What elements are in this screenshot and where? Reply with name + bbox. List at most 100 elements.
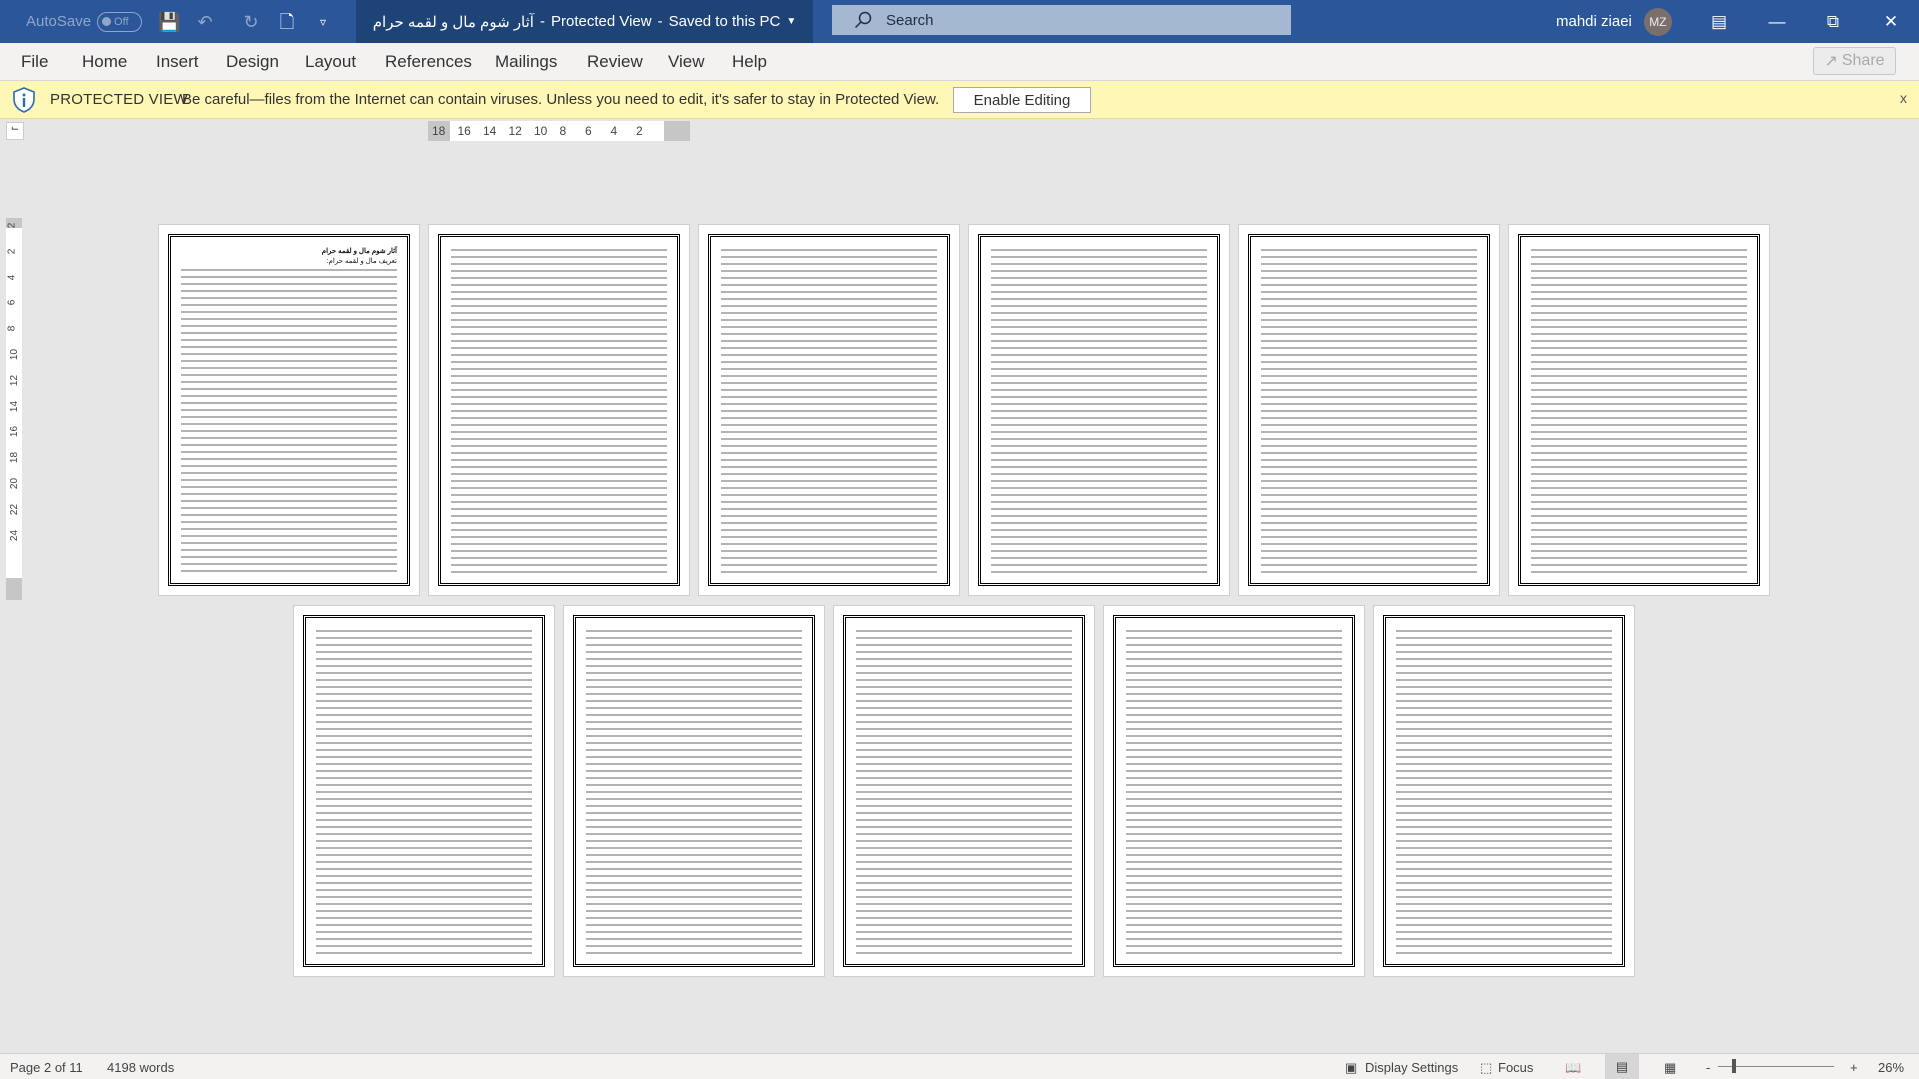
tab-references[interactable]: References — [385, 52, 472, 72]
vertical-ruler[interactable]: 2 2 4 6 8 10 12 14 16 18 20 22 24 — [6, 218, 22, 600]
search-placeholder: Search — [886, 11, 934, 29]
close-icon[interactable]: ✕ — [1868, 0, 1914, 43]
page-border — [573, 615, 815, 967]
tab-home[interactable]: Home — [82, 52, 127, 72]
ribbon-display-icon[interactable]: ▤ — [1696, 0, 1742, 43]
tab-insert[interactable]: Insert — [156, 52, 199, 72]
page-text — [991, 249, 1207, 573]
ruler-tick: 4 — [6, 274, 18, 280]
doc-name: آثار شوم مال و لقمه حرام — [372, 13, 534, 31]
page-thumbnail[interactable] — [1373, 605, 1635, 977]
tab-file[interactable]: File — [21, 52, 48, 72]
tab-mailings[interactable]: Mailings — [495, 52, 557, 72]
ruler-tick: 2 — [636, 124, 643, 138]
ruler-tick: 2 — [6, 222, 18, 229]
status-bar: Page 2 of 11 4198 words ▣ Display Settin… — [0, 1053, 1919, 1079]
page-thumbnail[interactable] — [968, 224, 1230, 596]
redo-icon[interactable]: ↻ — [240, 11, 262, 33]
search-icon — [854, 11, 872, 29]
page-thumbnail[interactable] — [1238, 224, 1500, 596]
autosave-switch[interactable]: Off — [97, 11, 143, 32]
protected-view-bar: PROTECTED VIEW Be careful—files from the… — [0, 81, 1919, 119]
share-label: Share — [1841, 52, 1885, 69]
minimize-icon[interactable]: — — [1754, 0, 1800, 43]
shield-info-icon — [13, 87, 35, 113]
page-thumbnail[interactable] — [293, 605, 555, 977]
ruler-tick: 10 — [534, 124, 548, 138]
focus-button[interactable]: Focus — [1498, 1060, 1533, 1075]
focus-icon[interactable]: ⬚ — [1480, 1060, 1492, 1076]
ruler-tick: 12 — [9, 374, 21, 386]
restore-icon[interactable]: ⧉ — [1810, 0, 1856, 43]
ruler-tick: 4 — [610, 124, 618, 138]
close-bar-icon[interactable]: x — [1900, 90, 1907, 106]
user-account[interactable]: mahdi ziaei MZ — [1556, 0, 1672, 43]
page-thumbnail[interactable]: آثار شوم مال و لقمه حرام تعریف مال و لقمه… — [158, 224, 420, 596]
page-subheading: تعریف مال و لقمه حرام: — [326, 257, 397, 265]
user-name: mahdi ziaei — [1556, 13, 1632, 30]
web-layout-icon[interactable]: ▦ — [1664, 1060, 1676, 1076]
tab-help[interactable]: Help — [732, 52, 767, 72]
protected-view-title: PROTECTED VIEW — [50, 91, 188, 108]
tab-selector[interactable]: ⌙ — [6, 122, 24, 140]
page-text — [451, 249, 667, 573]
page-border — [978, 234, 1220, 586]
zoom-level[interactable]: 26% — [1878, 1060, 1904, 1075]
ruler-tick: 22 — [9, 503, 21, 515]
page-thumbnail[interactable] — [1103, 605, 1365, 977]
zoom-slider-thumb[interactable] — [1731, 1059, 1736, 1073]
horizontal-ruler[interactable]: 18 16 14 12 10 8 6 4 2 — [428, 121, 690, 141]
ruler-tick: 6 — [6, 300, 18, 306]
tab-view[interactable]: View — [668, 52, 705, 72]
avatar[interactable]: MZ — [1643, 7, 1672, 36]
zoom-out-button[interactable]: - — [1706, 1060, 1710, 1075]
ruler-tick: 8 — [6, 325, 18, 332]
page-text — [316, 630, 532, 954]
page-border — [1248, 234, 1490, 586]
word-count[interactable]: 4198 words — [107, 1060, 174, 1075]
new-document-icon[interactable]: 🗋 — [276, 11, 298, 33]
ruler-tick: 2 — [6, 248, 18, 255]
title-separator: - — [657, 13, 663, 30]
page-thumbnail[interactable] — [428, 224, 690, 596]
ruler-tick: 16 — [457, 124, 471, 138]
page-thumbnail[interactable] — [698, 224, 960, 596]
page-text — [181, 269, 397, 573]
autosave-toggle[interactable]: AutoSave Off — [26, 0, 143, 43]
autosave-state: Off — [114, 15, 129, 28]
page-thumbnail[interactable] — [833, 605, 1095, 977]
ruler-tick: 10 — [9, 348, 21, 361]
save-icon[interactable]: 💾 — [158, 11, 180, 33]
print-layout-icon[interactable]: ▤ — [1605, 1054, 1639, 1079]
page-text — [856, 630, 1072, 954]
page-border — [1383, 615, 1625, 967]
undo-icon[interactable]: ↶ — [194, 11, 216, 33]
search-box[interactable]: Search — [832, 5, 1291, 35]
page-border — [843, 615, 1085, 967]
page-border: آثار شوم مال و لقمه حرام تعریف مال و لقمه… — [168, 234, 410, 586]
page-text — [721, 249, 937, 573]
chevron-down-icon: ▼ — [786, 16, 797, 27]
tab-review[interactable]: Review — [587, 52, 643, 72]
share-button[interactable]: ↗ Share — [1813, 47, 1896, 75]
ruler-tick: 6 — [585, 124, 592, 138]
ribbon-tabs: File Home Insert Design Layout Reference… — [0, 43, 1919, 81]
ruler-tick: 20 — [9, 477, 21, 490]
customize-toolbar-icon[interactable]: ▿ — [312, 11, 334, 33]
share-icon: ↗ — [1824, 53, 1838, 70]
page-border — [708, 234, 950, 586]
enable-editing-button[interactable]: Enable Editing — [953, 87, 1091, 113]
tab-design[interactable]: Design — [226, 52, 279, 72]
zoom-in-button[interactable]: + — [1850, 1060, 1858, 1075]
page-thumbnail[interactable] — [563, 605, 825, 977]
tab-layout[interactable]: Layout — [305, 52, 356, 72]
ruler-tick: 16 — [9, 426, 21, 438]
display-settings-icon[interactable]: ▣ — [1345, 1060, 1357, 1076]
display-settings-button[interactable]: Display Settings — [1365, 1060, 1458, 1075]
page-thumbnail[interactable] — [1508, 224, 1770, 596]
page-heading: آثار شوم مال و لقمه حرام — [321, 247, 397, 255]
ruler-tick: 18 — [432, 124, 446, 138]
page-count[interactable]: Page 2 of 11 — [10, 1060, 83, 1075]
document-title[interactable]: آثار شوم مال و لقمه حرام - Protected Vie… — [356, 0, 813, 43]
read-mode-icon[interactable]: 📖 — [1565, 1060, 1581, 1076]
